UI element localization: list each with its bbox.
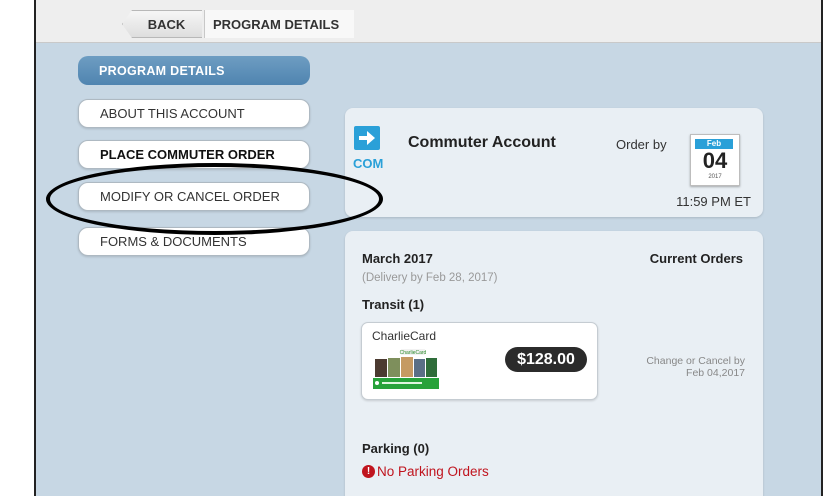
calendar-year: 2017 xyxy=(708,174,722,180)
commuter-account-card: COM Commuter Account Order by Feb 04 201… xyxy=(345,108,763,217)
account-title: Commuter Account xyxy=(408,134,556,151)
no-parking-message: ! No Parking Orders xyxy=(362,464,489,479)
transit-item-name: CharlieCard xyxy=(372,329,437,343)
app-frame: BACK PROGRAM DETAILS PROGRAM DETAILS ABO… xyxy=(34,0,823,496)
change-cancel-deadline: Change or Cancel by Feb 04,2017 xyxy=(646,355,745,379)
calendar-day: 04 xyxy=(702,148,728,173)
calendar-icon: Feb 04 2017 xyxy=(690,134,740,186)
no-parking-text: No Parking Orders xyxy=(377,464,489,479)
sidebar-item-place-order[interactable]: PLACE COMMUTER ORDER xyxy=(78,140,310,169)
svg-text:CharlieCard: CharlieCard xyxy=(400,350,427,356)
delivery-date: (Delivery by Feb 28, 2017) xyxy=(362,272,498,284)
sidebar-item-modify-cancel-order[interactable]: MODIFY OR CANCEL ORDER xyxy=(78,182,310,211)
back-button[interactable]: BACK xyxy=(122,10,202,38)
current-orders-card: March 2017 (Delivery by Feb 28, 2017) Cu… xyxy=(345,231,763,496)
cutoff-time: 11:59 PM ET xyxy=(676,194,751,209)
error-icon: ! xyxy=(362,465,375,478)
current-orders-label: Current Orders xyxy=(649,251,743,266)
order-month: March 2017 xyxy=(362,251,433,266)
parking-heading: Parking (0) xyxy=(362,441,430,456)
arrow-right-icon xyxy=(354,126,380,150)
order-by-label: Order by xyxy=(616,137,667,152)
sidebar-item-about-account[interactable]: ABOUT THIS ACCOUNT xyxy=(78,99,310,128)
sidebar-item-forms-documents[interactable]: FORMS & DOCUMENTS xyxy=(78,227,310,256)
transit-price-badge: $128.00 xyxy=(505,347,587,372)
sidebar-item-program-details[interactable]: PROGRAM DETAILS xyxy=(78,56,310,85)
top-bar: BACK PROGRAM DETAILS xyxy=(36,0,821,43)
change-cancel-label: Change or Cancel by xyxy=(646,355,745,367)
charliecard-image: CharlieCard xyxy=(373,347,439,389)
transit-order-item[interactable]: CharlieCard CharlieCard $128.00 xyxy=(361,322,598,400)
breadcrumb: PROGRAM DETAILS xyxy=(204,10,354,38)
change-cancel-date: Feb 04,2017 xyxy=(686,367,745,379)
transit-heading: Transit (1) xyxy=(362,297,425,312)
com-label: COM xyxy=(353,156,384,171)
